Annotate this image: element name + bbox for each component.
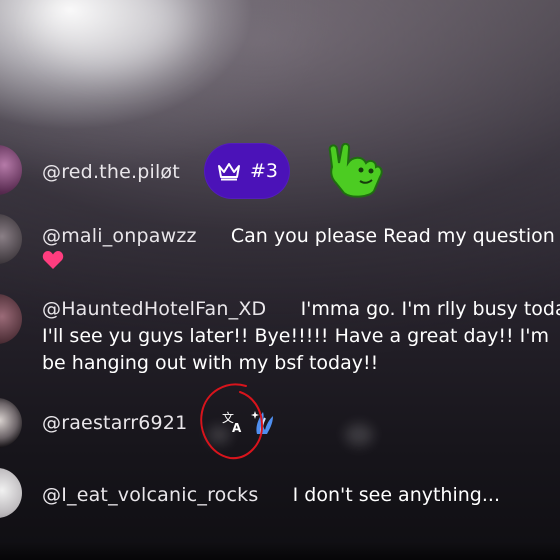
comment-line bbox=[42, 250, 64, 272]
avatar[interactable] bbox=[0, 214, 22, 264]
comment-handle[interactable]: @I_eat_volcanic_rocks bbox=[42, 484, 258, 506]
avatar[interactable] bbox=[0, 294, 22, 344]
comment-text: I'll see yu guys later!! Bye!!!!! Have a… bbox=[42, 325, 550, 347]
comment-text: I don't see anything... bbox=[292, 484, 500, 506]
comment-text: Can you please Read my question bbox=[230, 225, 555, 247]
comment-item: @raestarr6921 bbox=[0, 398, 560, 458]
bottom-fade bbox=[0, 542, 560, 560]
comment-handle[interactable]: @raestarr6921 bbox=[42, 412, 187, 434]
red-annotation-circle bbox=[196, 382, 268, 462]
avatar[interactable] bbox=[0, 398, 22, 448]
comment-item: @mali_onpawzz Can you please Read my que… bbox=[0, 212, 560, 272]
comment-line: @HauntedHotelFan_XD I'mma go. I'm rlly b… bbox=[42, 298, 560, 320]
green-raised-hand-sticker bbox=[322, 142, 386, 199]
comment-handle[interactable]: @HauntedHotelFan_XD bbox=[42, 298, 266, 320]
pink-heart-icon bbox=[42, 250, 64, 270]
gifter-rank-badge[interactable]: #3 bbox=[204, 143, 290, 199]
comment-line: @mali_onpawzz Can you please Read my que… bbox=[42, 224, 560, 247]
comment-text: be hanging out with my bsf today!! bbox=[42, 352, 379, 374]
avatar[interactable] bbox=[0, 468, 22, 518]
badge-rank-label: #3 bbox=[249, 160, 278, 182]
comment-item: @I_eat_volcanic_rocks I don't see anythi… bbox=[0, 468, 560, 528]
comment-line: @I_eat_volcanic_rocks I don't see anythi… bbox=[42, 484, 500, 506]
comment-item: @HauntedHotelFan_XD I'mma go. I'm rlly b… bbox=[0, 292, 560, 382]
comment-handle[interactable]: @red.the.piløt bbox=[42, 161, 180, 183]
comment-handle[interactable]: @mali_onpawzz bbox=[42, 225, 197, 247]
avatar[interactable] bbox=[0, 145, 22, 195]
crown-icon bbox=[216, 161, 242, 181]
comment-text: I'mma go. I'm rlly busy toda bbox=[300, 298, 560, 320]
glare-smudge bbox=[40, 0, 190, 70]
